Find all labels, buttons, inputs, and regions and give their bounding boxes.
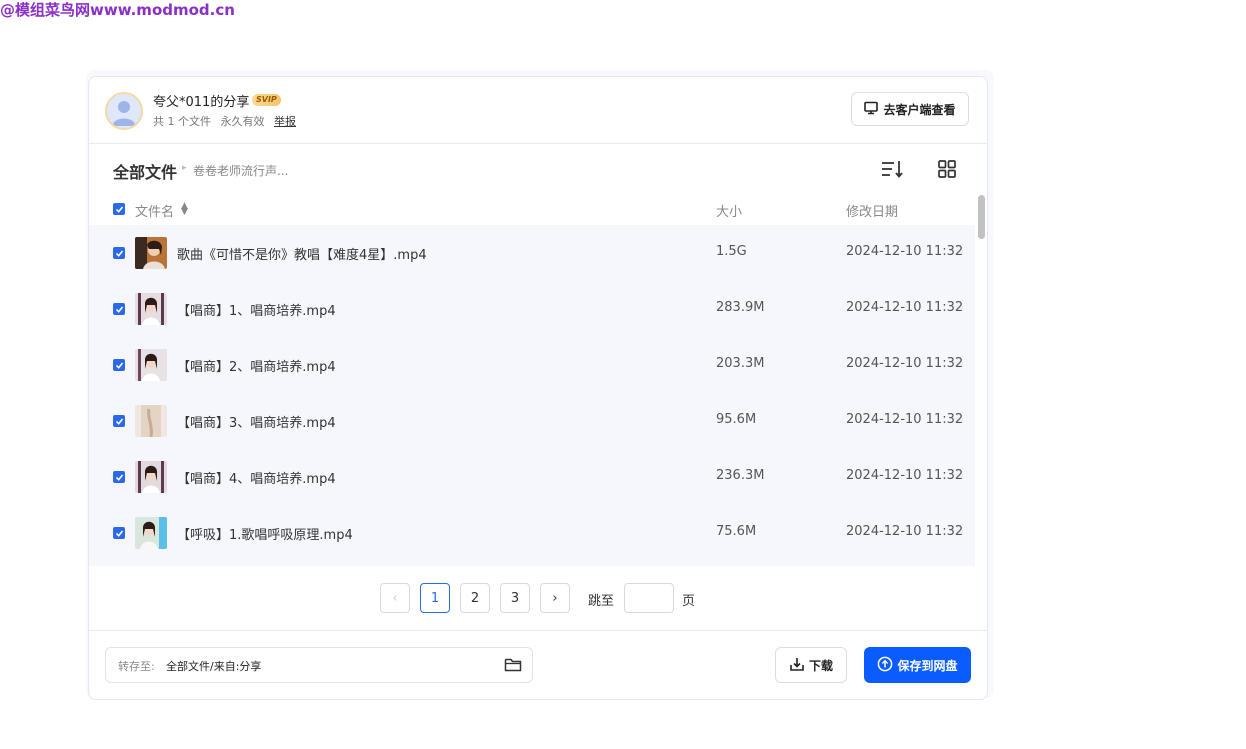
jump-page-input[interactable]	[624, 583, 674, 613]
file-size: 236.3M	[716, 468, 765, 483]
file-name[interactable]: 【唱商】2、唱商培养.mp4	[177, 356, 336, 375]
jump-label: 跳至	[588, 594, 615, 609]
save-path-value: 全部文件/来自:分享	[166, 660, 262, 673]
page-button-2[interactable]: 2	[460, 583, 490, 613]
sort-toggle-icon[interactable]: ▲ ▼	[181, 202, 188, 217]
grid-view-icon[interactable]	[937, 159, 957, 179]
row-checkbox[interactable]	[113, 303, 125, 315]
prev-page-button[interactable]: ‹	[380, 583, 410, 613]
table-row[interactable]: 【唱商】1、唱商培养.mp4 283.9M 2024-12-10 11:32	[89, 281, 975, 337]
file-date: 2024-12-10 11:32	[846, 356, 964, 371]
avatar	[105, 92, 143, 130]
table-row[interactable]: 【唱商】2、唱商培养.mp4 203.3M 2024-12-10 11:32	[89, 337, 975, 393]
table-row[interactable]: 【呼吸】1.歌唱呼吸原理.mp4 75.6M 2024-12-10 11:32	[89, 505, 975, 561]
page-button-3[interactable]: 3	[500, 583, 530, 613]
file-count: 共 1 个文件	[153, 115, 211, 128]
report-link[interactable]: 举报	[274, 115, 296, 128]
file-date: 2024-12-10 11:32	[846, 412, 964, 427]
row-checkbox[interactable]	[113, 471, 125, 483]
save-path-field[interactable]: 转存至: 全部文件/来自:分享	[105, 647, 533, 683]
file-date: 2024-12-10 11:32	[846, 244, 964, 259]
header-name[interactable]: 文件名	[135, 201, 174, 220]
share-meta: 共 1 个文件 永久有效 举报	[153, 113, 302, 129]
monitor-icon	[864, 101, 879, 118]
file-list: 歌曲《可惜不是你》教唱【难度4星】.mp4 1.5G 2024-12-10 11…	[89, 225, 975, 566]
video-thumbnail	[135, 237, 167, 269]
sort-icon[interactable]	[881, 159, 903, 179]
header-date: 修改日期	[846, 205, 899, 220]
row-checkbox[interactable]	[113, 247, 125, 259]
breadcrumb-current: 卷卷老师流行声...	[193, 164, 289, 178]
page-button-1[interactable]: 1	[420, 583, 450, 613]
download-button[interactable]: 下载	[775, 647, 847, 683]
table-row[interactable]: 【唱商】4、唱商培养.mp4 236.3M 2024-12-10 11:32	[89, 449, 975, 505]
table-row[interactable]: 歌曲《可惜不是你》教唱【难度4星】.mp4 1.5G 2024-12-10 11…	[89, 225, 975, 281]
open-client-label: 去客户端查看	[883, 102, 956, 117]
table-row[interactable]: 【唱商】3、唱商培养.mp4 95.6M 2024-12-10 11:32	[89, 393, 975, 449]
cloud-upload-icon	[877, 656, 893, 675]
video-thumbnail	[135, 517, 167, 549]
video-thumbnail	[135, 405, 167, 437]
jump-unit: 页	[682, 594, 696, 609]
select-all-checkbox[interactable]	[113, 203, 125, 215]
file-name[interactable]: 【唱商】1、唱商培养.mp4	[177, 300, 336, 319]
file-name[interactable]: 歌曲《可惜不是你》教唱【难度4星】.mp4	[177, 244, 427, 263]
validity: 永久有效	[220, 115, 265, 128]
row-checkbox[interactable]	[113, 527, 125, 539]
row-checkbox[interactable]	[113, 359, 125, 371]
row-checkbox[interactable]	[113, 415, 125, 427]
download-icon	[789, 656, 805, 675]
save-path-label: 转存至:	[118, 660, 155, 673]
file-date: 2024-12-10 11:32	[846, 300, 964, 315]
save-to-drive-label: 保存到网盘	[897, 658, 958, 673]
breadcrumb-separator-icon: ▸	[182, 163, 187, 173]
file-size: 75.6M	[716, 524, 757, 539]
share-card: 夸父*011的分享 SVIP 共 1 个文件 永久有效 举报 去客户端查看 全部…	[86, 70, 994, 700]
action-footer: 转存至: 全部文件/来自:分享 下载 保存到网盘	[89, 630, 987, 699]
breadcrumb-root[interactable]: 全部文件	[113, 159, 177, 183]
table-header: 文件名 ▲ ▼ 大小 修改日期	[89, 195, 987, 223]
video-thumbnail	[135, 349, 167, 381]
scrollbar-thumb[interactable]	[978, 195, 985, 239]
video-thumbnail	[135, 461, 167, 493]
next-page-button[interactable]: ›	[540, 583, 570, 613]
file-size: 203.3M	[716, 356, 765, 371]
svip-badge: SVIP	[252, 94, 281, 106]
file-name[interactable]: 【唱商】4、唱商培养.mp4	[177, 468, 336, 487]
file-size: 1.5G	[716, 244, 747, 259]
file-name[interactable]: 【唱商】3、唱商培养.mp4	[177, 412, 336, 431]
file-size: 95.6M	[716, 412, 757, 427]
header-size: 大小	[716, 205, 743, 220]
file-size: 283.9M	[716, 300, 765, 315]
scrollbar-track[interactable]	[975, 195, 985, 566]
folder-icon[interactable]	[504, 657, 522, 673]
open-client-button[interactable]: 去客户端查看	[851, 92, 969, 126]
share-header: 夸父*011的分享 SVIP 共 1 个文件 永久有效 举报 去客户端查看	[89, 77, 987, 144]
share-panel: 夸父*011的分享 SVIP 共 1 个文件 永久有效 举报 去客户端查看 全部…	[88, 76, 988, 700]
file-date: 2024-12-10 11:32	[846, 468, 964, 483]
download-label: 下载	[808, 658, 833, 673]
file-date: 2024-12-10 11:32	[846, 524, 964, 539]
file-name[interactable]: 【呼吸】1.歌唱呼吸原理.mp4	[177, 524, 353, 543]
share-title: 夸父*011的分享	[153, 95, 250, 110]
watermark-text: @模组菜鸟网www.modmod.cn	[0, 1, 235, 19]
save-to-drive-button[interactable]: 保存到网盘	[864, 647, 971, 683]
video-thumbnail	[135, 293, 167, 325]
